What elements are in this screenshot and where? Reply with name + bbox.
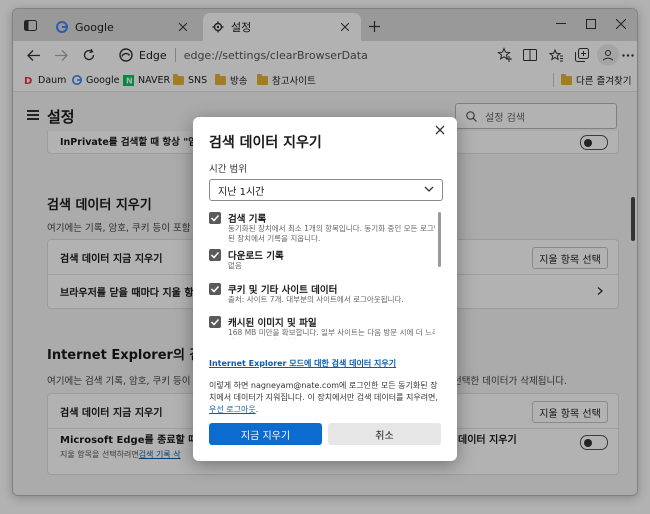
ie-mode-clear-link[interactable]: Internet Explorer 모드에 대한 검색 데이터 지우기: [209, 358, 396, 369]
options-scrollbar[interactable]: [438, 212, 441, 267]
option-title: 다운로드 기록: [228, 251, 284, 262]
option-browsing-history[interactable]: 검색 기록 동기화된 장치에서 최소 1개의 항목입니다. 동기화 중인 모든 …: [209, 211, 435, 247]
option-title: 쿠키 및 기타 사이트 데이터: [228, 285, 338, 296]
sync-note-text: 이렇게 하면 nagneyam@nate.com에 로그인한 모든 동기화된 장…: [209, 381, 438, 402]
sync-note: 이렇게 하면 nagneyam@nate.com에 로그인한 모든 동기화된 장…: [209, 380, 441, 416]
checkbox-checked-icon[interactable]: [209, 212, 221, 224]
chevron-down-icon: [424, 186, 434, 192]
time-range-value: 지난 1시간: [218, 186, 265, 198]
option-description: 없음: [228, 261, 242, 270]
close-icon[interactable]: [433, 123, 447, 137]
sign-out-link[interactable]: 우선 로그아웃: [209, 405, 256, 414]
option-download-history[interactable]: 다운로드 기록 없음: [209, 248, 435, 274]
option-description: 출처: 사이트 7개. 대부분의 사이트에서 로그아웃됩니다.: [228, 295, 404, 304]
time-range-select[interactable]: 지난 1시간: [209, 179, 443, 201]
option-title: 캐시된 이미지 및 파일: [228, 318, 317, 329]
cancel-button[interactable]: 취소: [328, 423, 441, 445]
sync-note-end: .: [255, 405, 259, 414]
checkbox-checked-icon[interactable]: [209, 283, 221, 295]
option-cookies[interactable]: 쿠키 및 기타 사이트 데이터 출처: 사이트 7개. 대부분의 사이트에서 로…: [209, 282, 435, 308]
dialog-title: 검색 데이터 지우기: [209, 135, 322, 151]
option-title: 검색 기록: [228, 214, 267, 225]
time-range-label: 시간 범위: [209, 164, 247, 175]
checkbox-checked-icon[interactable]: [209, 249, 221, 261]
options-list: 검색 기록 동기화된 장치에서 최소 1개의 항목입니다. 동기화 중인 모든 …: [209, 209, 435, 339]
clear-browsing-data-dialog: 검색 데이터 지우기 시간 범위 지난 1시간 검색 기록 동기화된 장치에서 …: [193, 117, 457, 461]
checkbox-checked-icon[interactable]: [209, 316, 221, 328]
option-description: 168 MB 미만을 확보합니다. 일부 사이트는 다음 방문 시에 더 느리게…: [228, 328, 435, 339]
option-description: 동기화된 장치에서 최소 1개의 항목입니다. 동기화 중인 모든 로그인된 장…: [228, 224, 435, 243]
option-cached-images[interactable]: 캐시된 이미지 및 파일 168 MB 미만을 확보합니다. 일부 사이트는 다…: [209, 315, 435, 339]
clear-now-button[interactable]: 지금 지우기: [209, 423, 322, 445]
